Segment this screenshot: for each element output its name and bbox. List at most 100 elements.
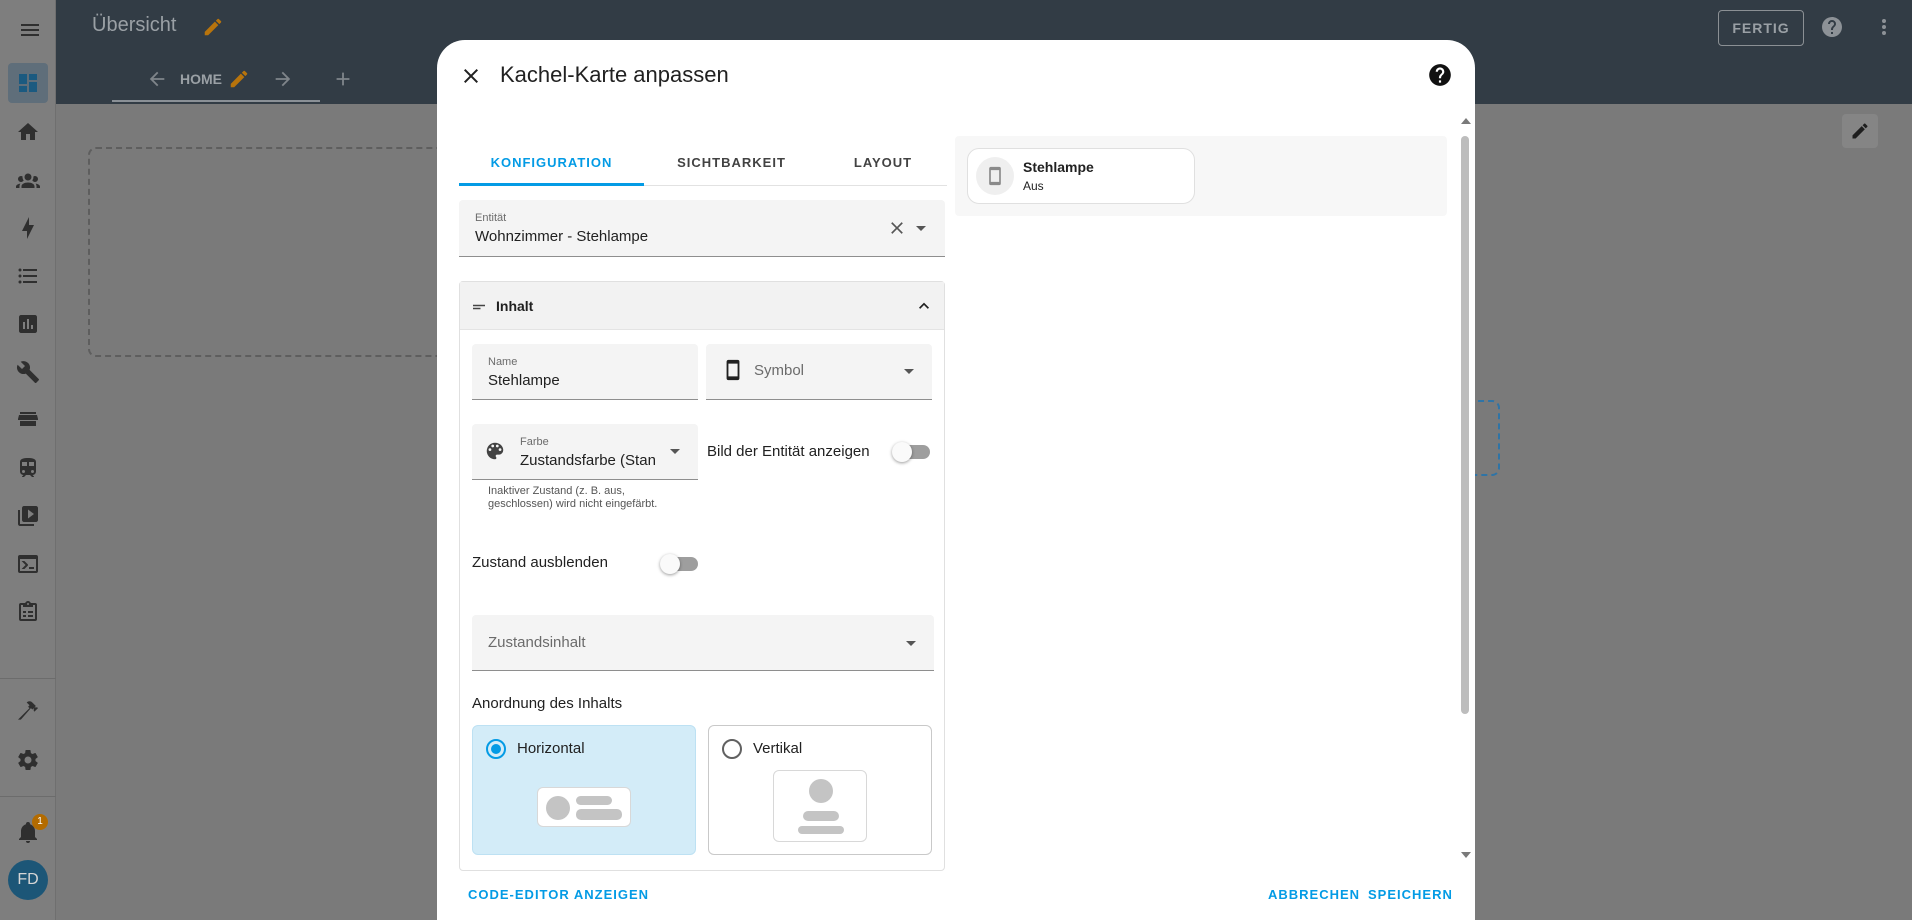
save-button[interactable]: SPEICHERN	[1368, 887, 1453, 902]
preview-tile-name: Stehlampe	[1023, 159, 1094, 175]
chart-box-icon	[19, 315, 37, 333]
edit-card-dialog: Kachel-Karte anpassen KONFIGURATION SICH…	[437, 40, 1475, 920]
help-circle-icon[interactable]	[1427, 62, 1453, 88]
tab-konfiguration[interactable]: KONFIGURATION	[459, 138, 644, 186]
editor-tabs: KONFIGURATION SICHTBARKEIT LAYOUT	[459, 138, 947, 186]
palette-icon	[484, 440, 506, 467]
content-expander: Inhalt Name Stehlampe Symbol Farbe Zusta…	[459, 281, 945, 871]
dropdown-arrow-icon[interactable]	[906, 641, 916, 646]
card-preview: Stehlampe Aus	[955, 136, 1447, 216]
radio-horizontal[interactable]	[486, 739, 506, 759]
symbol-placeholder: Symbol	[754, 362, 805, 379]
entity-picker[interactable]: Entität Wohnzimmer - Stehlampe	[459, 200, 945, 257]
dropdown-arrow-icon[interactable]	[916, 226, 926, 231]
more-vertical-icon[interactable]	[1872, 15, 1896, 39]
sidebar-item-developer-tools[interactable]	[8, 692, 48, 732]
preview-tile-state: Aus	[1023, 179, 1044, 193]
hide-state-toggle[interactable]	[660, 554, 698, 574]
active-tab-indicator	[459, 183, 644, 186]
list-icon	[18, 268, 37, 284]
name-field[interactable]: Name Stehlampe	[472, 344, 698, 400]
show-code-editor-button[interactable]: CODE-EDITOR ANZEIGEN	[468, 887, 649, 902]
avatar[interactable]: FD	[8, 860, 48, 900]
arrangement-horizontal-option[interactable]: Horizontal	[472, 725, 696, 855]
symbol-picker[interactable]: Symbol	[706, 344, 932, 400]
done-button[interactable]: FERTIG	[1718, 10, 1804, 46]
help-icon[interactable]	[1820, 15, 1844, 39]
dashboard-icon	[19, 74, 37, 92]
tab-sichtbarkeit[interactable]: SICHTBARKEIT	[644, 138, 819, 186]
state-content-placeholder: Zustandsinhalt	[488, 634, 586, 651]
color-select-value: Zustandsfarbe (Stan	[520, 452, 656, 469]
dialog-title: Kachel-Karte anpassen	[500, 62, 729, 87]
clear-icon[interactable]	[887, 218, 907, 238]
sidebar: 1 FD	[0, 0, 56, 920]
sidebar-item-todo[interactable]	[8, 592, 48, 632]
edit-section-pencil-icon[interactable]	[1842, 114, 1878, 148]
move-view-right-arrow-icon[interactable]	[272, 68, 294, 90]
color-select[interactable]: Farbe Zustandsfarbe (Stan	[472, 424, 698, 480]
sidebar-item-energy[interactable]	[8, 208, 48, 248]
name-field-value: Stehlampe	[488, 372, 560, 389]
show-entity-picture-toggle[interactable]	[892, 442, 930, 462]
sidebar-item-people[interactable]	[8, 160, 48, 200]
text-short-icon	[470, 298, 488, 321]
sidebar-item-terminal[interactable]	[8, 544, 48, 584]
sidebar-item-transport[interactable]	[8, 448, 48, 488]
chevron-up-icon[interactable]	[914, 296, 934, 321]
content-arrangement-label: Anordnung des Inhalts	[472, 695, 623, 712]
content-expander-title: Inhalt	[496, 298, 534, 314]
vertical-layout-illustration	[773, 770, 867, 842]
cog-icon	[18, 750, 38, 770]
sidebar-item-logbook[interactable]	[8, 256, 48, 296]
store-icon	[18, 412, 38, 426]
hide-state-label: Zustand ausblenden	[472, 554, 608, 571]
dropdown-arrow-icon[interactable]	[670, 449, 680, 454]
add-view-plus-icon[interactable]	[332, 68, 354, 90]
entity-value: Wohnzimmer - Stehlampe	[475, 228, 649, 245]
arrangement-vertical-option[interactable]: Vertikal	[708, 725, 932, 855]
edit-title-pencil-icon[interactable]	[202, 16, 224, 38]
active-tab-indicator	[112, 100, 320, 102]
menu-icon[interactable]	[18, 18, 42, 42]
scroll-down-arrow[interactable]	[1461, 852, 1471, 858]
sidebar-item-media[interactable]	[8, 496, 48, 536]
scrollbar-thumb[interactable]	[1461, 136, 1469, 714]
radio-horizontal-label: Horizontal	[517, 740, 585, 757]
radio-vertical[interactable]	[722, 739, 742, 759]
entity-label: Entität	[475, 212, 507, 224]
scroll-up-arrow[interactable]	[1461, 118, 1471, 124]
color-helper-text: Inaktiver Zustand (z. B. aus, geschlosse…	[488, 485, 658, 510]
clipboard-list-icon	[19, 601, 37, 621]
close-icon[interactable]	[457, 62, 485, 90]
lightning-icon	[22, 217, 34, 239]
sidebar-item-overview[interactable]	[8, 63, 48, 103]
sidebar-item-home[interactable]	[8, 112, 48, 152]
tab-layout[interactable]: LAYOUT	[819, 138, 947, 186]
cellphone-icon	[722, 359, 744, 386]
tab-home[interactable]: HOME	[180, 71, 222, 87]
edit-view-pencil-icon[interactable]	[228, 68, 250, 90]
cellphone-icon	[976, 157, 1014, 195]
sidebar-item-notifications[interactable]: 1	[8, 812, 48, 852]
card-editor-form: Entität Wohnzimmer - Stehlampe Inhalt Na…	[459, 200, 945, 900]
color-select-label: Farbe	[520, 436, 549, 448]
dropdown-arrow-icon[interactable]	[904, 369, 914, 374]
move-view-left-arrow-icon[interactable]	[146, 68, 168, 90]
notification-badge: 1	[32, 814, 48, 830]
state-content-select[interactable]: Zustandsinhalt	[472, 615, 934, 671]
home-icon	[18, 123, 38, 140]
sidebar-item-hacs[interactable]	[8, 400, 48, 440]
name-field-label: Name	[488, 356, 518, 368]
content-expander-header[interactable]: Inhalt	[460, 282, 944, 330]
show-entity-picture-label: Bild der Entität anzeigen	[707, 443, 870, 460]
sidebar-item-settings[interactable]	[8, 740, 48, 780]
sidebar-item-tools[interactable]	[8, 352, 48, 392]
horizontal-layout-illustration	[537, 787, 631, 827]
play-box-icon	[18, 506, 38, 526]
cancel-button[interactable]: ABBRECHEN	[1268, 887, 1360, 902]
account-group-icon	[16, 173, 40, 188]
preview-tile-card[interactable]: Stehlampe Aus	[967, 148, 1195, 204]
sidebar-item-history[interactable]	[8, 304, 48, 344]
hammer-icon	[18, 701, 38, 720]
